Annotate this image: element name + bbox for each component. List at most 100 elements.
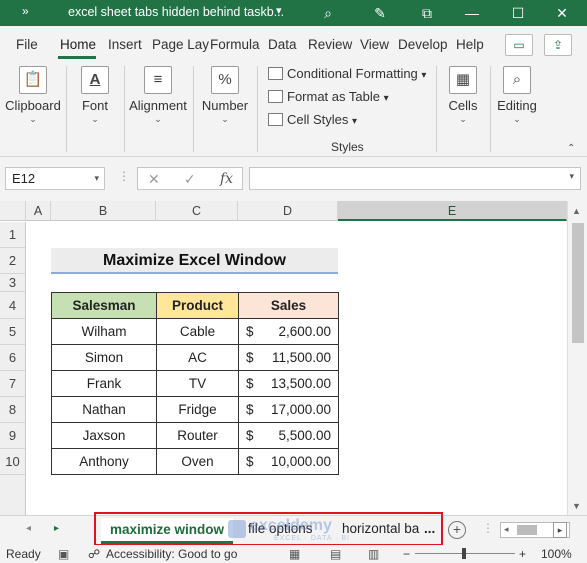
chevron-down-icon[interactable]: ▾ [94,168,99,189]
accessibility-status[interactable]: Accessibility: Good to go [106,547,237,561]
row-header-1[interactable]: 1 [0,222,26,248]
select-all-corner[interactable] [0,201,26,221]
page-break-view-icon[interactable]: ▥ [368,547,379,561]
row-header-2[interactable]: 2 [0,248,26,274]
ribbon-divider [436,66,437,152]
tab-developer[interactable]: Develop [398,37,448,52]
zoom-out-button[interactable]: − [403,547,410,561]
salesman-cell[interactable]: Jaxson [51,422,157,449]
salesman-cell[interactable]: Wilham [51,318,157,345]
vertical-scroll-thumb[interactable] [572,223,584,343]
pen-icon[interactable]: ✎ [370,3,390,23]
enter-icon[interactable]: ✓ [184,171,196,188]
tab-view[interactable]: View [360,37,389,52]
column-header-a[interactable]: A [26,201,51,221]
row-header-5[interactable]: 5 [0,319,26,345]
sales-cell[interactable]: $11,500.00 [238,344,339,371]
column-header-c[interactable]: C [156,201,238,221]
column-header-e[interactable]: E [338,201,567,221]
expand-formula-bar-icon[interactable]: ▾ [569,171,574,182]
zoom-level[interactable]: 100% [541,547,572,561]
tab-insert[interactable]: Insert [108,37,142,52]
row-header-7[interactable]: 7 [0,371,26,397]
cells-group-button[interactable]: ▦ Cells ⌄ [442,66,484,125]
tab-home[interactable]: Home [60,37,96,52]
scroll-right-icon[interactable]: ▸ [553,522,567,538]
ribbon-display-icon[interactable]: ⧉ [417,3,437,23]
accessibility-icon[interactable]: ☍ [88,547,100,561]
salesman-cell[interactable]: Nathan [51,396,157,423]
header-product[interactable]: Product [156,292,239,319]
search-icon[interactable]: ⌕ [318,3,338,23]
macro-record-icon[interactable]: ▣ [58,547,69,561]
cancel-icon[interactable]: ✕ [148,171,160,188]
number-group-button[interactable]: % Number ⌄ [198,66,252,125]
row-header-3[interactable]: 3 [0,274,26,292]
page-layout-view-icon[interactable]: ▤ [330,547,341,561]
close-icon[interactable]: ✕ [552,3,572,23]
column-header-d[interactable]: D [238,201,338,221]
maximize-icon[interactable]: ☐ [508,3,528,23]
sales-cell[interactable]: $2,600.00 [238,318,339,345]
product-cell[interactable]: TV [156,370,239,397]
scroll-up-icon[interactable]: ▲ [572,206,581,216]
add-sheet-button[interactable]: + [448,521,466,539]
cell-styles-button[interactable]: Cell Styles ▾ [268,112,357,127]
tab-formulas[interactable]: Formula [210,37,260,52]
tab-page-layout[interactable]: Page Lay [152,37,209,52]
format-as-table-icon [268,90,283,103]
window-title[interactable]: excel sheet tabs hidden behind taskb... [68,5,284,19]
title-chevron-icon[interactable]: ▾ [276,4,282,17]
tab-file[interactable]: File [16,37,38,52]
insert-function-icon[interactable]: fx [220,171,233,187]
sheet-title-cell[interactable]: Maximize Excel Window [51,248,338,274]
row-header-9[interactable]: 9 [0,423,26,449]
zoom-slider-thumb[interactable] [462,548,466,559]
editing-group-button[interactable]: ⌕ Editing ⌄ [494,66,540,125]
collapse-ribbon-icon[interactable]: ⌃ [567,143,575,154]
row-header-6[interactable]: 6 [0,345,26,371]
product-cell[interactable]: Cable [156,318,239,345]
tab-split-handle[interactable]: ⋮ [482,521,494,535]
row-header-10[interactable]: 10 [0,449,26,475]
conditional-formatting-button[interactable]: Conditional Formatting ▾ [268,66,426,81]
next-sheet-icon[interactable]: ▸ [54,523,59,534]
alignment-group-button[interactable]: ≡ Alignment ⌄ [127,66,189,125]
format-as-table-button[interactable]: Format as Table ▾ [268,89,389,104]
vertical-scrollbar[interactable]: ▲ ▼ [567,201,587,515]
horizontal-scroll-thumb[interactable] [517,525,537,535]
product-cell[interactable]: Fridge [156,396,239,423]
comments-button[interactable]: ▭ [505,34,533,56]
tab-review[interactable]: Review [308,37,352,52]
minimize-icon[interactable]: — [462,3,482,23]
sales-cell[interactable]: $17,000.00 [238,396,339,423]
product-cell[interactable]: AC [156,344,239,371]
column-header-b[interactable]: B [51,201,156,221]
share-button[interactable]: ⇪ [544,34,572,56]
normal-view-icon[interactable]: ▦ [289,547,300,561]
tab-data[interactable]: Data [268,37,297,52]
name-box[interactable]: E12 ▾ [5,167,105,190]
previous-sheet-icon[interactable]: ◂ [26,523,31,534]
header-salesman[interactable]: Salesman [51,292,157,319]
row-header-4[interactable]: 4 [0,292,26,319]
salesman-cell[interactable]: Frank [51,370,157,397]
font-group-button[interactable]: A Font ⌄ [72,66,118,125]
salesman-cell[interactable]: Simon [51,344,157,371]
quick-access-expand-icon[interactable]: » [22,4,29,18]
row-header-8[interactable]: 8 [0,397,26,423]
sales-cell[interactable]: $5,500.00 [238,422,339,449]
sales-cell[interactable]: $10,000.00 [238,448,339,475]
scroll-left-icon[interactable]: ◂ [504,524,509,535]
product-cell[interactable]: Router [156,422,239,449]
header-sales[interactable]: Sales [238,292,339,319]
clipboard-group-button[interactable]: 📋 Clipboard ⌄ [4,66,62,125]
product-cell[interactable]: Oven [156,448,239,475]
tab-help[interactable]: Help [456,37,484,52]
sales-cell[interactable]: $13,500.00 [238,370,339,397]
ribbon-divider [257,66,258,152]
scroll-down-icon[interactable]: ▼ [572,501,581,511]
salesman-cell[interactable]: Anthony [51,448,157,475]
formula-input[interactable]: ▾ [249,167,581,190]
zoom-in-button[interactable]: + [519,547,526,561]
